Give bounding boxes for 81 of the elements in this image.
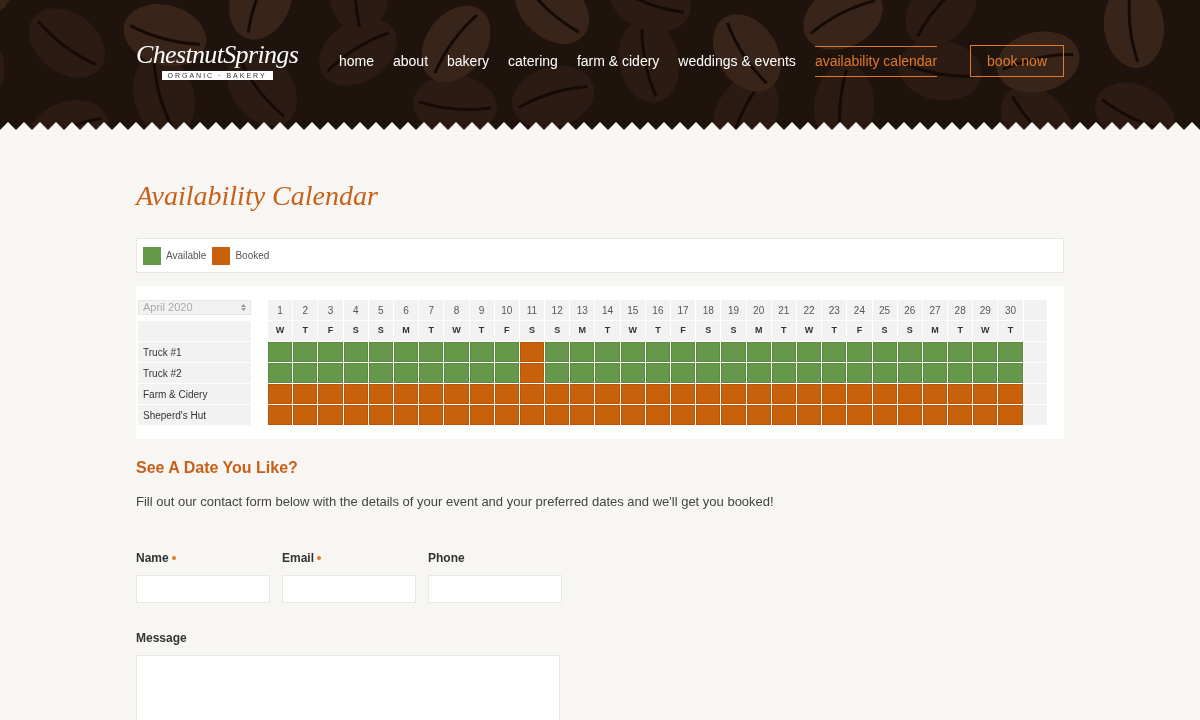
day-number: 21 [771,300,796,320]
weekday-label: T [293,321,318,341]
nav-link[interactable]: about [393,45,429,77]
nav-link[interactable]: availability calendar [814,45,938,77]
field-label: Name [136,549,169,567]
day-number: 30 [998,300,1023,320]
cta-text: Fill out our contact form below with the details of your event and your preferred dates and we'll get you booked! [136,493,775,511]
legend-label: Booked [235,249,270,263]
weekday-label: T [645,321,670,341]
weekday-label: F [847,321,872,341]
day-number: 18 [696,300,721,320]
weekday-label: M [922,321,948,341]
weekday-label: F [671,321,696,341]
weekday-label: F [318,321,343,341]
book-now-button[interactable]: book now [970,45,1064,77]
day-number: 19 [721,300,746,320]
weekday-label: T [595,321,620,341]
nav-link[interactable]: catering [508,45,558,77]
weekday-label: S [368,321,393,341]
weekday-label: W [620,321,645,341]
weekday-label: S [696,321,721,341]
day-number: 10 [494,300,519,320]
day-number: 16 [645,300,670,320]
weekday-label: T [771,321,796,341]
day-number: 25 [872,300,897,320]
day-number: 26 [897,300,922,320]
day-number: 7 [419,300,444,320]
weekday-label: S [545,321,570,341]
legend-label: Available [166,249,207,263]
logo-wordmark[interactable]: ChestnutSprings [136,42,299,68]
day-number: 22 [796,300,822,320]
day-number: 4 [343,300,368,320]
day-number: 27 [922,300,948,320]
weekday-label: W [268,321,293,341]
weekday-label: S [343,321,368,341]
weekday-label: M [570,321,595,341]
day-number: 5 [368,300,393,320]
weekday-label: T [948,321,973,341]
weekday-label: W [796,321,822,341]
day-number: 23 [822,300,847,320]
field-label: Phone [428,549,465,567]
day-number: 3 [318,300,343,320]
weekday-label: W [444,321,469,341]
day-number: 12 [545,300,570,320]
day-number: 24 [847,300,872,320]
day-number: 13 [570,300,595,320]
weekday-label: S [872,321,897,341]
day-number: 1 [268,300,293,320]
day-number: 15 [620,300,645,320]
day-number: 2 [293,300,318,320]
weekday-label: M [393,321,419,341]
weekday-label: M [746,321,771,341]
weekday-label: T [998,321,1023,341]
day-number: 29 [973,300,998,320]
nav-link[interactable]: weddings & events [678,45,796,77]
weekday-label: T [419,321,444,341]
day-number: 8 [444,300,469,320]
day-number: 6 [393,300,419,320]
weekday-label: S [519,321,545,341]
day-number: 11 [519,300,545,320]
day-number: 9 [469,300,494,320]
cta-heading: See A Date You Like? [136,458,299,478]
resource-name: Truck #1 [138,342,251,362]
weekday-label: T [469,321,494,341]
weekday-label: S [897,321,922,341]
field-label: Email [282,549,314,567]
day-number: 17 [671,300,696,320]
weekday-label: S [721,321,746,341]
day-number: 14 [595,300,620,320]
weekday-label: T [822,321,847,341]
weekday-label: W [973,321,998,341]
resource-name: Farm & Cidery [138,384,251,404]
resource-name: Truck #2 [138,363,251,383]
weekday-label: F [494,321,519,341]
nav-link[interactable]: farm & cidery [576,45,660,77]
select-arrows-icon [241,304,246,311]
day-number: 20 [746,300,771,320]
page-title: Availability Calendar [136,182,379,210]
field-label: Message [136,629,188,647]
day-number: 28 [948,300,973,320]
resource-name: Sheperd's Hut [138,405,251,425]
